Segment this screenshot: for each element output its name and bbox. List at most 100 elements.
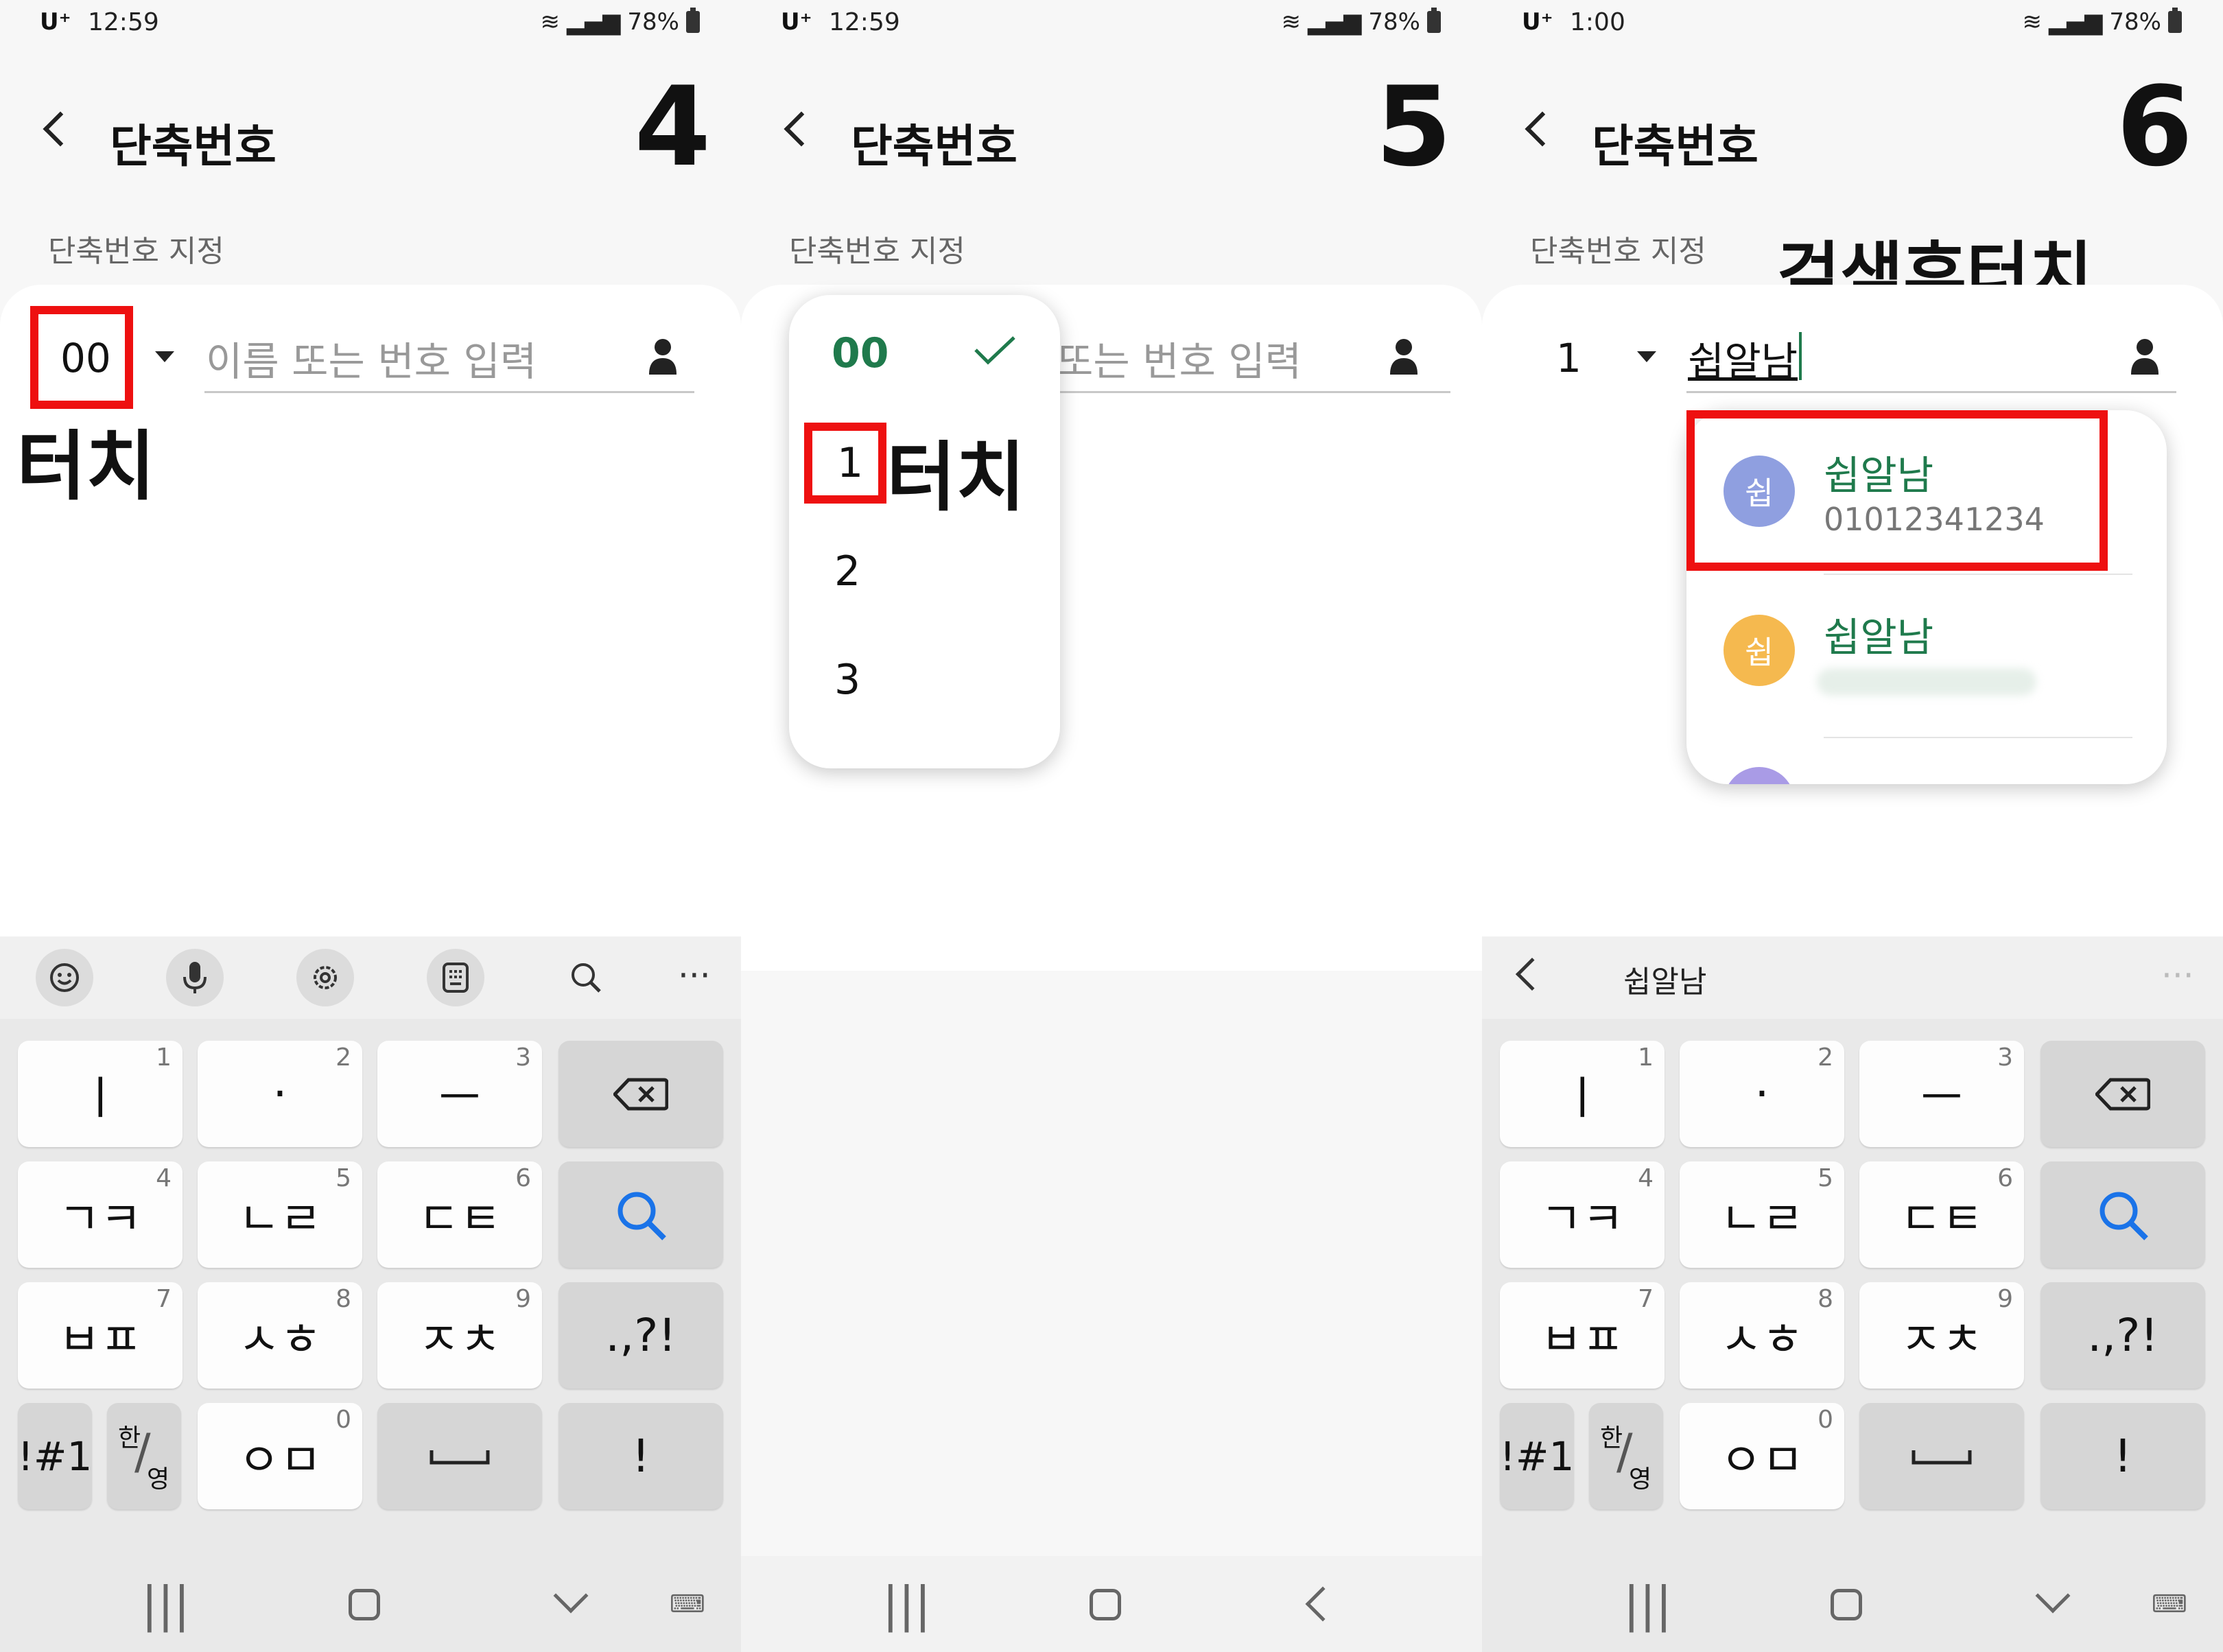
key-0[interactable]: ㅇㅁ 0 (198, 1403, 362, 1509)
keyboard-icon[interactable]: ⌨ (2152, 1590, 2187, 1618)
recent-apps-icon[interactable]: ||| (882, 1577, 931, 1633)
key-3[interactable]: ㅡ3 (377, 1041, 542, 1147)
language-key[interactable]: 한 / 영 (107, 1403, 181, 1509)
highlight-box (1686, 410, 2108, 571)
highlight-box (804, 423, 886, 504)
input-underline (1057, 391, 1450, 393)
back-arrow-icon[interactable] (784, 111, 819, 147)
signal-icon: ▂▄▆ (1307, 8, 1362, 36)
input-preview: 쉽알남 (1623, 965, 1707, 1000)
emoji-icon[interactable] (36, 949, 93, 1006)
screen-step-4: U⁺ 12:59 ≋ ▂▄▆ 78% 단축번호 4 단축번호 지정 00 이름 … (0, 0, 741, 1652)
search-key[interactable] (2040, 1161, 2205, 1268)
dropdown-option-00[interactable]: 00 (832, 329, 889, 377)
section-label: 단축번호 지정 (789, 234, 965, 269)
back-arrow-icon[interactable] (1515, 957, 1549, 991)
space-key[interactable] (377, 1403, 542, 1509)
wifi-icon: ≋ (2022, 8, 2042, 36)
key-1[interactable]: ㅣ1 (1500, 1041, 1665, 1147)
search-blue-icon (2100, 1192, 2148, 1240)
back-arrow-icon[interactable] (43, 111, 78, 147)
space-key[interactable] (1859, 1403, 2024, 1509)
more-options-icon[interactable]: ··· (678, 956, 711, 995)
space-icon (430, 1450, 490, 1464)
backspace-key[interactable] (558, 1041, 723, 1147)
keyboard-mode-icon[interactable] (427, 949, 484, 1006)
contact-picker-icon[interactable] (648, 338, 678, 375)
key-2[interactable]: · 2 (1680, 1041, 1844, 1147)
contact-input[interactable]: 또는 번호 입력 (1057, 329, 1345, 387)
key-1[interactable]: ㅣ1 (18, 1041, 183, 1147)
home-icon[interactable] (349, 1589, 380, 1620)
key-3[interactable]: ㅡ3 (1859, 1041, 2024, 1147)
dropdown-arrow-icon[interactable] (1637, 351, 1656, 362)
search-icon[interactable] (557, 949, 615, 1006)
contact-picker-icon[interactable] (1389, 338, 1419, 375)
recent-apps-icon[interactable]: ||| (1623, 1577, 1672, 1633)
search-blue-icon (618, 1192, 666, 1240)
key-8[interactable]: ㅅㅎ 8 (198, 1282, 362, 1389)
speed-dial-number[interactable]: 1 (1556, 335, 1581, 381)
screen-step-5: U⁺ 12:59 ≋ ▂▄▆ 78% 단축번호 5 단축번호 지정 또는 번호 … (741, 0, 1482, 1652)
recent-apps-icon[interactable]: ||| (141, 1577, 190, 1633)
home-icon[interactable] (1090, 1589, 1121, 1620)
punctuation-key[interactable]: .,?! (558, 1282, 723, 1389)
key-7[interactable]: ㅂㅍ 7 (1500, 1282, 1665, 1389)
microphone-icon[interactable] (166, 949, 224, 1006)
contact-picker-icon[interactable] (2130, 338, 2160, 375)
more-options-icon[interactable]: ··· (2161, 956, 2194, 995)
punctuation-key[interactable]: .,?! (2040, 1282, 2205, 1389)
symbols-key[interactable]: !#1 (1500, 1403, 1574, 1509)
status-right: ≋ ▂▄▆ 78% (2022, 8, 2182, 36)
backspace-key[interactable] (2040, 1041, 2205, 1147)
key-7[interactable]: ㅂㅍ 7 (18, 1282, 183, 1389)
status-time: 12:59 (829, 8, 900, 36)
search-key[interactable] (558, 1161, 723, 1268)
check-icon (974, 336, 1015, 365)
contact-input[interactable]: 이름 또는 번호 입력 (206, 329, 590, 387)
dropdown-option-3[interactable]: 3 (834, 656, 860, 704)
dropdown-option-2[interactable]: 2 (834, 547, 860, 595)
settings-gear-icon[interactable] (296, 949, 354, 1006)
key-4[interactable]: ㄱㅋ 4 (1500, 1161, 1665, 1268)
divider (1824, 737, 2132, 738)
carrier-label: U⁺ (1522, 8, 1553, 36)
symbols-key[interactable]: !#1 (18, 1403, 92, 1509)
key-5[interactable]: ㄴㄹ 5 (1680, 1161, 1844, 1268)
text-cursor (1799, 332, 1802, 380)
battery-icon (2168, 8, 2182, 33)
key-4[interactable]: ㄱㅋ 4 (18, 1161, 183, 1268)
battery-percent: 78% (2109, 8, 2161, 36)
key-9[interactable]: ㅈㅊ 9 (1859, 1282, 2024, 1389)
step-number: 4 (634, 62, 711, 191)
key-9[interactable]: ㅈㅊ 9 (377, 1282, 542, 1389)
hide-keyboard-icon[interactable] (2035, 1578, 2071, 1614)
home-icon[interactable] (1831, 1589, 1862, 1620)
annotation-touch: 터치 (16, 423, 156, 510)
keyboard-icon[interactable]: ⌨ (670, 1590, 705, 1618)
hide-keyboard-icon[interactable] (553, 1578, 589, 1614)
contact-input[interactable]: 쉽알남 (1688, 329, 1798, 387)
keyboard: 쉽알남 ··· ㅣ1 · 2 ㅡ3 ㄱㅋ 4 ㄴㄹ 5 ㄷㅌ 6 ㅂㅍ 7 ㅅㅎ 8 ㅈㅊ 9… (1482, 936, 2223, 1652)
key-8[interactable]: ㅅㅎ 8 (1680, 1282, 1844, 1389)
exclaim-key[interactable]: ! (2040, 1403, 2205, 1509)
status-right: ≋ ▂▄▆ 78% (540, 8, 700, 36)
language-key[interactable]: 한 / 영 (1589, 1403, 1663, 1509)
speed-dial-dropdown: 00 1 2 3 (789, 295, 1060, 768)
key-6[interactable]: ㄷㅌ 6 (1859, 1161, 2024, 1268)
back-nav-icon[interactable] (1305, 1586, 1341, 1622)
suggestion-item[interactable]: 쉽 쉽알남 (1686, 575, 2167, 733)
backspace-icon (613, 1078, 668, 1110)
battery-percent: 78% (1368, 8, 1420, 36)
nav-bar: ||| (741, 1556, 1482, 1652)
keyboard-toolbar: 쉽알남 ··· (1482, 936, 2223, 1019)
back-arrow-icon[interactable] (1525, 111, 1560, 147)
avatar (1724, 767, 1795, 784)
exclaim-key[interactable]: ! (558, 1403, 723, 1509)
key-2[interactable]: · 2 (198, 1041, 362, 1147)
key-5[interactable]: ㄴㄹ 5 (198, 1161, 362, 1268)
key-0[interactable]: ㅇㅁ 0 (1680, 1403, 1844, 1509)
key-6[interactable]: ㄷㅌ 6 (377, 1161, 542, 1268)
battery-icon (1427, 8, 1441, 33)
dropdown-arrow-icon[interactable] (155, 351, 174, 362)
